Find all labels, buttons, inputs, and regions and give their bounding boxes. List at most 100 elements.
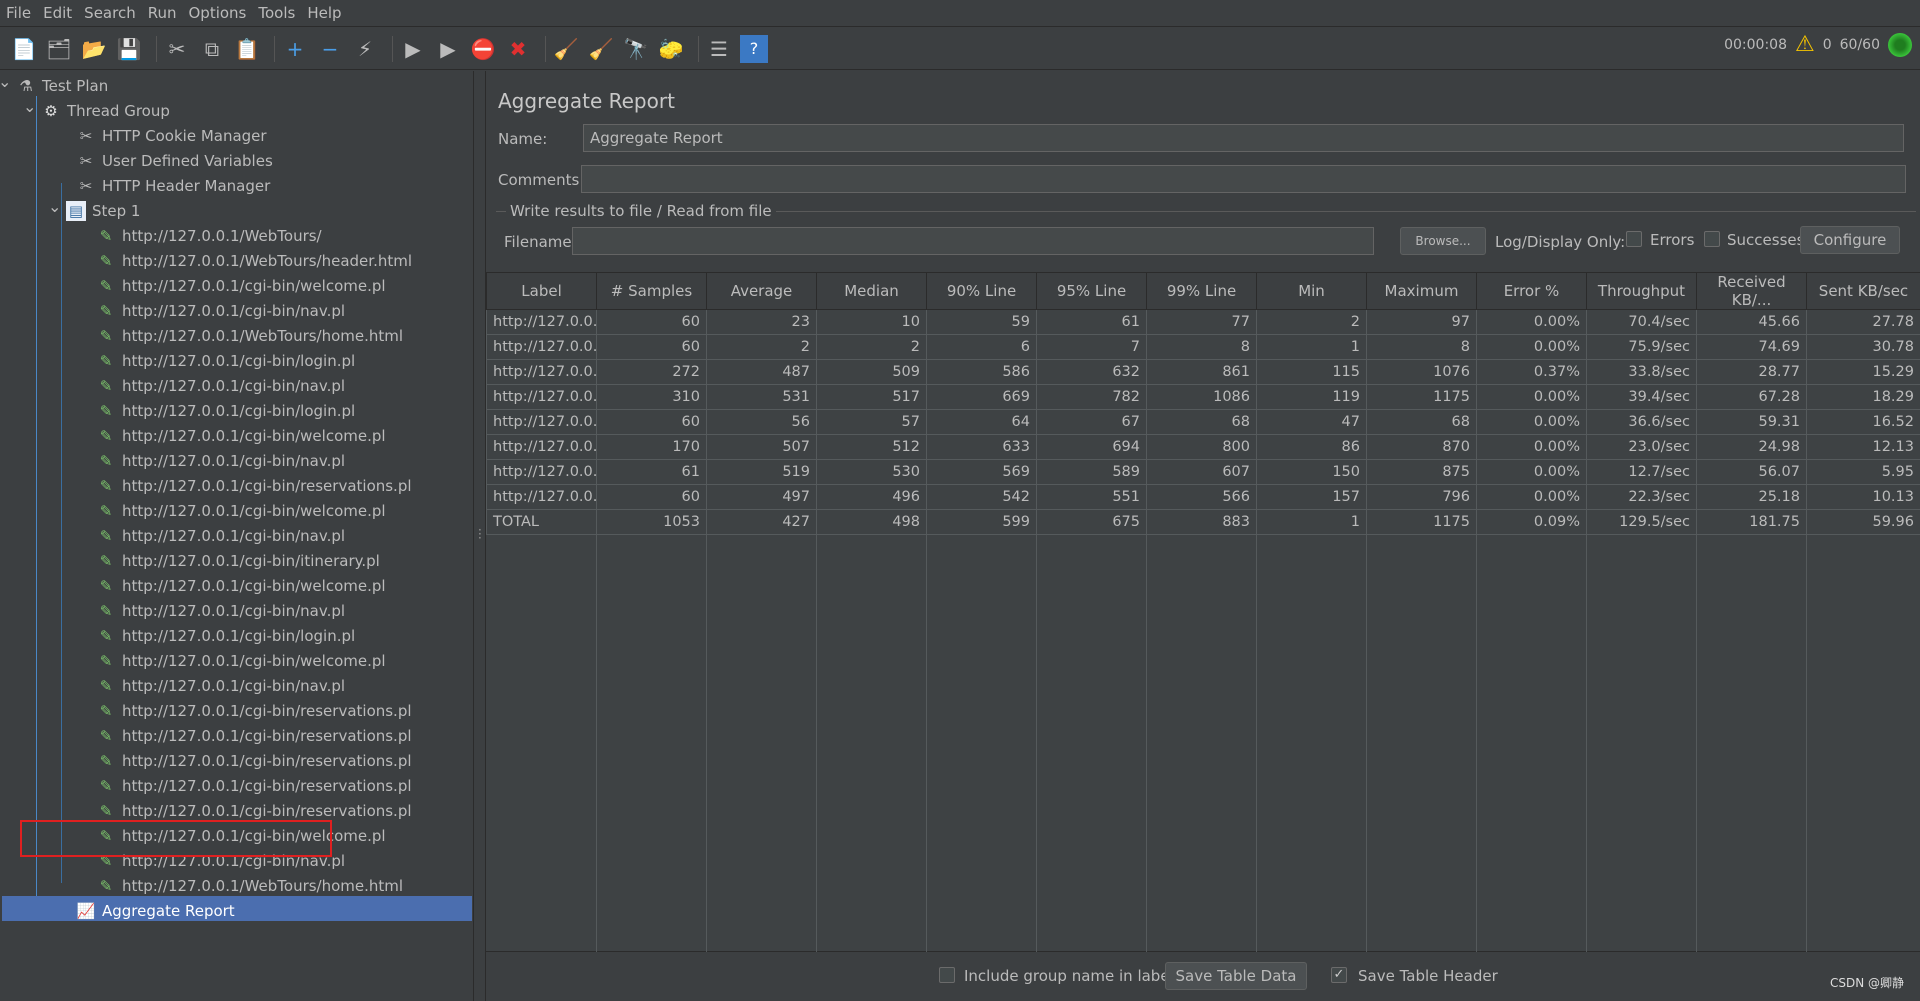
tree-node[interactable]: ✎ http://127.0.0.1/cgi-bin/itinerary.pl: [96, 548, 380, 573]
comments-field[interactable]: [581, 165, 1906, 193]
tree-node[interactable]: ✎ http://127.0.0.1/cgi-bin/login.pl: [96, 623, 355, 648]
table-row[interactable]: http://127.0.0....2724875095866328611151…: [486, 359, 1920, 385]
stop-icon[interactable]: ⛔: [469, 35, 497, 63]
search-icon[interactable]: 🔭: [622, 35, 650, 63]
menu-tools[interactable]: Tools: [258, 4, 295, 22]
save-table-header-checkbox[interactable]: ✓: [1331, 967, 1347, 983]
start-no-pauses-icon[interactable]: ▶: [434, 35, 462, 63]
tree-node[interactable]: ✂ HTTP Header Manager: [76, 173, 271, 198]
tree-node[interactable]: ✎ http://127.0.0.1/WebTours/header.html: [96, 248, 412, 273]
table-row[interactable]: http://127.0.0....60565764676847680.00%3…: [486, 409, 1920, 435]
tree-node[interactable]: ✎ http://127.0.0.1/cgi-bin/reservations.p…: [96, 748, 412, 773]
toggle-icon[interactable]: ⚡: [351, 35, 379, 63]
tree-node[interactable]: ✂ User Defined Variables: [76, 148, 273, 173]
tree-node[interactable]: ✎ http://127.0.0.1/cgi-bin/reservations.p…: [96, 473, 412, 498]
menu-options[interactable]: Options: [188, 4, 246, 22]
column-header[interactable]: Maximum: [1366, 272, 1477, 310]
tree-node[interactable]: ✎ http://127.0.0.1/cgi-bin/welcome.pl: [96, 648, 386, 673]
reset-search-icon[interactable]: 🧽: [657, 35, 685, 63]
warning-icon[interactable]: ⚠: [1795, 32, 1815, 57]
tree-node[interactable]: ✎ http://127.0.0.1/cgi-bin/nav.pl: [96, 523, 345, 548]
expand-arrow-icon[interactable]: ⌄: [23, 97, 41, 116]
column-header[interactable]: Sent KB/sec: [1806, 272, 1920, 310]
cut-icon[interactable]: ✂: [163, 35, 191, 63]
errors-label: Errors: [1650, 231, 1695, 249]
tree-node[interactable]: ✎ http://127.0.0.1/cgi-bin/reservations.p…: [96, 773, 412, 798]
table-cell: 22.3/sec: [1586, 484, 1697, 510]
tree-node[interactable]: ✎ http://127.0.0.1/WebTours/: [96, 223, 322, 248]
configure-button[interactable]: Configure: [1800, 226, 1900, 254]
column-header[interactable]: 95% Line: [1036, 272, 1147, 310]
column-header[interactable]: Label: [486, 272, 597, 310]
tree-node[interactable]: ✎ http://127.0.0.1/WebTours/home.html: [96, 323, 403, 348]
column-header[interactable]: Throughput: [1586, 272, 1697, 310]
tree-node[interactable]: ⌄ ⚗ Test Plan: [0, 72, 108, 98]
expand-icon[interactable]: +: [281, 35, 309, 63]
new-icon[interactable]: 📄: [10, 35, 38, 63]
shutdown-icon[interactable]: ✖: [504, 35, 532, 63]
tree-node[interactable]: ✎ http://127.0.0.1/cgi-bin/login.pl: [96, 398, 355, 423]
tree-node[interactable]: ✎ http://127.0.0.1/cgi-bin/reservations.p…: [96, 723, 412, 748]
name-field[interactable]: Aggregate Report: [583, 124, 1904, 152]
table-row[interactable]: http://127.0.0....6022678180.00%75.9/sec…: [486, 334, 1920, 360]
menu-file[interactable]: File: [6, 4, 31, 22]
templates-icon[interactable]: 🗂: [45, 35, 73, 63]
menu-edit[interactable]: Edit: [43, 4, 72, 22]
include-group-checkbox[interactable]: [939, 967, 955, 983]
tree-node[interactable]: ⌄ ⚙ Thread Group: [23, 97, 170, 123]
help-icon[interactable]: ?: [740, 34, 768, 63]
column-header[interactable]: Min: [1256, 272, 1367, 310]
tree-node[interactable]: 📈 Aggregate Report: [76, 898, 235, 923]
browse-button[interactable]: Browse...: [1400, 227, 1486, 255]
menu-help[interactable]: Help: [307, 4, 341, 22]
column-header[interactable]: Error %: [1476, 272, 1587, 310]
table-cell: 33.8/sec: [1586, 359, 1697, 385]
collapse-icon[interactable]: −: [316, 35, 344, 63]
clear-all-icon[interactable]: 🧹: [587, 35, 615, 63]
tree-node[interactable]: ✎ http://127.0.0.1/cgi-bin/nav.pl: [96, 373, 345, 398]
column-header[interactable]: Median: [816, 272, 927, 310]
menu-run[interactable]: Run: [148, 4, 177, 22]
save-table-data-button[interactable]: Save Table Data: [1165, 962, 1307, 990]
open-icon[interactable]: 📂: [80, 35, 108, 63]
column-header[interactable]: # Samples: [596, 272, 707, 310]
divider-grip-icon[interactable]: · · ·: [478, 524, 482, 544]
save-icon[interactable]: 💾: [115, 35, 143, 63]
tree-node[interactable]: ✎ http://127.0.0.1/cgi-bin/welcome.pl: [96, 573, 386, 598]
tree-node[interactable]: ✎ http://127.0.0.1/cgi-bin/welcome.pl: [96, 423, 386, 448]
table-row[interactable]: http://127.0.0....1705075126336948008687…: [486, 434, 1920, 460]
table-row[interactable]: http://127.0.0....6049749654255156615779…: [486, 484, 1920, 510]
column-header[interactable]: Received KB/...: [1696, 272, 1807, 310]
tree-node[interactable]: ✎ http://127.0.0.1/WebTours/home.html: [96, 873, 403, 898]
tree-node[interactable]: ✎ http://127.0.0.1/cgi-bin/welcome.pl: [96, 273, 386, 298]
tree-node-label: http://127.0.0.1/cgi-bin/itinerary.pl: [122, 551, 380, 570]
tree-node[interactable]: ✎ http://127.0.0.1/cgi-bin/nav.pl: [96, 673, 345, 698]
table-row[interactable]: http://127.0.0....3105315176697821086119…: [486, 384, 1920, 410]
errors-checkbox[interactable]: [1626, 231, 1642, 247]
tree-node[interactable]: ✂ HTTP Cookie Manager: [76, 123, 267, 148]
tree-node[interactable]: ✎ http://127.0.0.1/cgi-bin/reservations.p…: [96, 698, 412, 723]
function-helper-icon[interactable]: ☰: [705, 35, 733, 63]
tree-node[interactable]: ✎ http://127.0.0.1/cgi-bin/nav.pl: [96, 298, 345, 323]
table-row[interactable]: http://127.0.0....6151953056958960715087…: [486, 459, 1920, 485]
column-header[interactable]: 90% Line: [926, 272, 1037, 310]
tree-node[interactable]: ✎ http://127.0.0.1/cgi-bin/welcome.pl: [96, 498, 386, 523]
copy-icon[interactable]: ⧉: [198, 35, 226, 63]
expand-arrow-icon[interactable]: ⌄: [0, 72, 16, 91]
tree-node[interactable]: ✎ http://127.0.0.1/cgi-bin/nav.pl: [96, 448, 345, 473]
table-row[interactable]: http://127.0.0....6023105961772970.00%70…: [486, 309, 1920, 335]
total-row[interactable]: TOTAL 1053 427 498 599 675 883 1 1175 0.09% 129.5/…: [486, 509, 1920, 535]
paste-icon[interactable]: 📋: [233, 35, 261, 63]
column-header[interactable]: Average: [706, 272, 817, 310]
column-header[interactable]: 99% Line: [1146, 272, 1257, 310]
successes-checkbox[interactable]: [1704, 231, 1720, 247]
filename-input[interactable]: [572, 227, 1374, 255]
start-icon[interactable]: ▶: [399, 35, 427, 63]
tree-node[interactable]: ⌄ ▤ Step 1: [48, 197, 140, 223]
expand-arrow-icon[interactable]: ⌄: [48, 197, 66, 216]
clear-icon[interactable]: 🧹: [552, 35, 580, 63]
tree-node[interactable]: ✎ http://127.0.0.1/cgi-bin/nav.pl: [96, 598, 345, 623]
tree-node[interactable]: ✎ http://127.0.0.1/cgi-bin/login.pl: [96, 348, 355, 373]
menu-search[interactable]: Search: [84, 4, 136, 22]
table-cell: 599: [926, 509, 1037, 535]
